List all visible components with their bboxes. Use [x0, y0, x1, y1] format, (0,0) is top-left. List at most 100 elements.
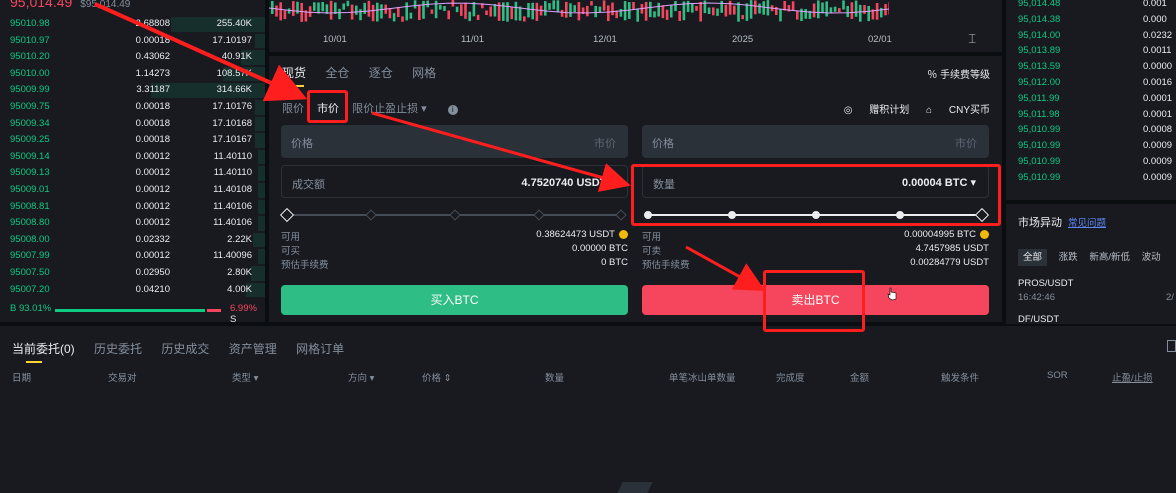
order-book-row[interactable]: 95008.81 0.00012 11.40106: [0, 199, 265, 216]
tab-isolated[interactable]: 逐仓: [369, 66, 393, 80]
tab-open-orders[interactable]: 当前委托(0): [12, 342, 75, 356]
candle: [842, 0, 845, 10]
row-total: 255.40K: [216, 18, 252, 29]
candle: [573, 5, 576, 13]
sell-ratio: 6.99%: [230, 303, 257, 314]
candle: [283, 10, 287, 20]
sell-amount-field[interactable]: 数量 0.00004 BTC ▾: [642, 165, 989, 198]
candle: [796, 10, 799, 20]
order-book-row[interactable]: 95010.20 0.43062 40.91K: [0, 49, 265, 66]
axis-tick: 2025: [732, 34, 754, 45]
row-price: 95010.20: [10, 51, 50, 63]
market-item-symbol[interactable]: PROS/USDT: [1018, 278, 1073, 289]
order-book-row[interactable]: 95009.14 0.00012 11.40110: [0, 149, 265, 166]
trade-row: 95,014.00 0.0232: [1018, 29, 1173, 41]
tab-grid[interactable]: 网格: [412, 66, 436, 80]
chip-change[interactable]: 涨跌: [1059, 252, 1078, 263]
reward-plan-link[interactable]: ◎ 赠积计划: [844, 105, 910, 116]
row-price: 95009.13: [10, 167, 50, 179]
buy-amount-field[interactable]: 成交额 4.7520740 USDT ▾: [281, 165, 628, 198]
candle: [523, 16, 526, 22]
hide-other-pairs-checkbox[interactable]: [1167, 340, 1176, 352]
tab-order-history[interactable]: 历史委托: [94, 342, 142, 356]
cny-buy-link[interactable]: ⌂ CNY买币: [926, 105, 990, 116]
market-item-symbol[interactable]: DF/USDT: [1018, 314, 1059, 324]
order-book-row[interactable]: 95010.98 2.68808 255.40K: [0, 16, 265, 33]
col-price[interactable]: 价格 ⇕: [422, 370, 452, 384]
order-book-row[interactable]: 95009.13 0.00012 11.40110: [0, 165, 265, 182]
row-qty: 0.02332: [135, 233, 170, 245]
order-book-row[interactable]: 95007.50 0.02950 2.80K: [0, 265, 265, 282]
candle: [397, 7, 400, 17]
buy-percent-slider[interactable]: [279, 207, 628, 223]
candle: [527, 3, 530, 18]
candle: [691, 3, 694, 13]
price-chart[interactable]: 10/01 11/01 12/01 2025 02/01 ⌶: [269, 0, 1002, 52]
candle: [275, 5, 278, 17]
tab-trade-history[interactable]: 历史成交: [161, 342, 209, 356]
order-book-row[interactable]: 95010.97 0.00018 17.10197: [0, 33, 265, 50]
candle: [833, 6, 837, 12]
order-book-row[interactable]: 95009.01 0.00012 11.40108: [0, 182, 265, 199]
axis-tick: 10/01: [323, 34, 347, 45]
percent-icon: ％: [927, 70, 940, 81]
order-type-stop-limit[interactable]: 限价止盈止损 ▾: [352, 103, 427, 115]
faq-link[interactable]: 常见问题: [1068, 218, 1106, 229]
candle: [586, 5, 589, 17]
deposit-icon[interactable]: [619, 229, 628, 239]
row-qty: 0.00018: [135, 100, 170, 112]
trade-row: 95,010.99 0.0008: [1018, 124, 1173, 136]
order-book-row[interactable]: 95007.99 0.00012 11.40096: [0, 248, 265, 265]
row-total: 2.80K: [227, 266, 252, 278]
sell-price-field[interactable]: 价格 市价: [642, 125, 989, 158]
order-book-row[interactable]: 95009.75 0.00018 17.10176: [0, 99, 265, 116]
order-book-row[interactable]: 95007.20 0.04210 4.00K: [0, 282, 265, 299]
candle: [552, 0, 555, 10]
info-icon[interactable]: i: [447, 105, 458, 115]
row-price: 95008.81: [10, 200, 50, 212]
order-book-row[interactable]: 95009.25 0.00018 17.10167: [0, 132, 265, 149]
deposit-icon[interactable]: [980, 229, 989, 239]
row-qty: 0.00012: [135, 150, 170, 162]
tab-grid-orders[interactable]: 网格订单: [296, 342, 344, 356]
candle: [569, 3, 572, 17]
order-book-row[interactable]: 95009.34 0.00018 17.10168: [0, 116, 265, 133]
fee-level-link[interactable]: ％ 手续费等级: [927, 66, 990, 81]
chip-all[interactable]: 全部: [1018, 249, 1048, 266]
row-qty: 0.02950: [135, 266, 170, 278]
order-type-limit[interactable]: 限价: [282, 103, 304, 115]
order-book-row[interactable]: 95009.99 3.31187 314.66K: [0, 82, 265, 99]
row-total: 108.57K: [216, 67, 252, 79]
col-side[interactable]: 方向 ▾: [348, 370, 374, 384]
col-type[interactable]: 类型 ▾: [232, 370, 258, 384]
slider-handle[interactable]: [974, 207, 990, 223]
candle: [518, 6, 522, 21]
col-iceberg: 单笔冰山单数量: [669, 373, 736, 384]
col-tpsl[interactable]: 止盈/止损: [1112, 370, 1153, 384]
candle: [829, 7, 833, 14]
chip-high-low[interactable]: 新高/新低: [1089, 252, 1130, 263]
tab-assets[interactable]: 资产管理: [229, 342, 277, 356]
candle: [674, 1, 677, 12]
sell-btc-button[interactable]: 卖出BTC: [642, 285, 989, 315]
order-book-row[interactable]: 95008.80 0.00012 11.40106: [0, 215, 265, 232]
candle: [342, 3, 345, 10]
tab-cross[interactable]: 全仓: [325, 66, 349, 80]
candle: [380, 4, 383, 19]
candle: [699, 1, 702, 22]
slider-handle[interactable]: [279, 207, 295, 223]
buy-btc-button[interactable]: 买入BTC: [281, 285, 628, 315]
candle: [430, 9, 434, 14]
order-book-row[interactable]: 95010.00 1.14273 108.57K: [0, 66, 265, 83]
row-price: 95009.34: [10, 117, 50, 129]
order-type-market[interactable]: 市价: [317, 103, 339, 115]
chip-volatility[interactable]: 波动: [1142, 252, 1161, 263]
col-amount: 数量: [545, 373, 565, 384]
sell-percent-slider[interactable]: [642, 207, 990, 223]
order-book: 95,014.49 $95,014.49 95010.98 2.68808 255.4…: [0, 0, 265, 322]
tab-spot[interactable]: 现货: [282, 66, 306, 80]
order-book-row[interactable]: 95008.00 0.02332 2.22K: [0, 232, 265, 249]
buy-price-field[interactable]: 价格 市价: [281, 125, 628, 158]
col-date: 日期: [12, 373, 32, 384]
chart-reset-icon[interactable]: ⌶: [968, 31, 976, 47]
